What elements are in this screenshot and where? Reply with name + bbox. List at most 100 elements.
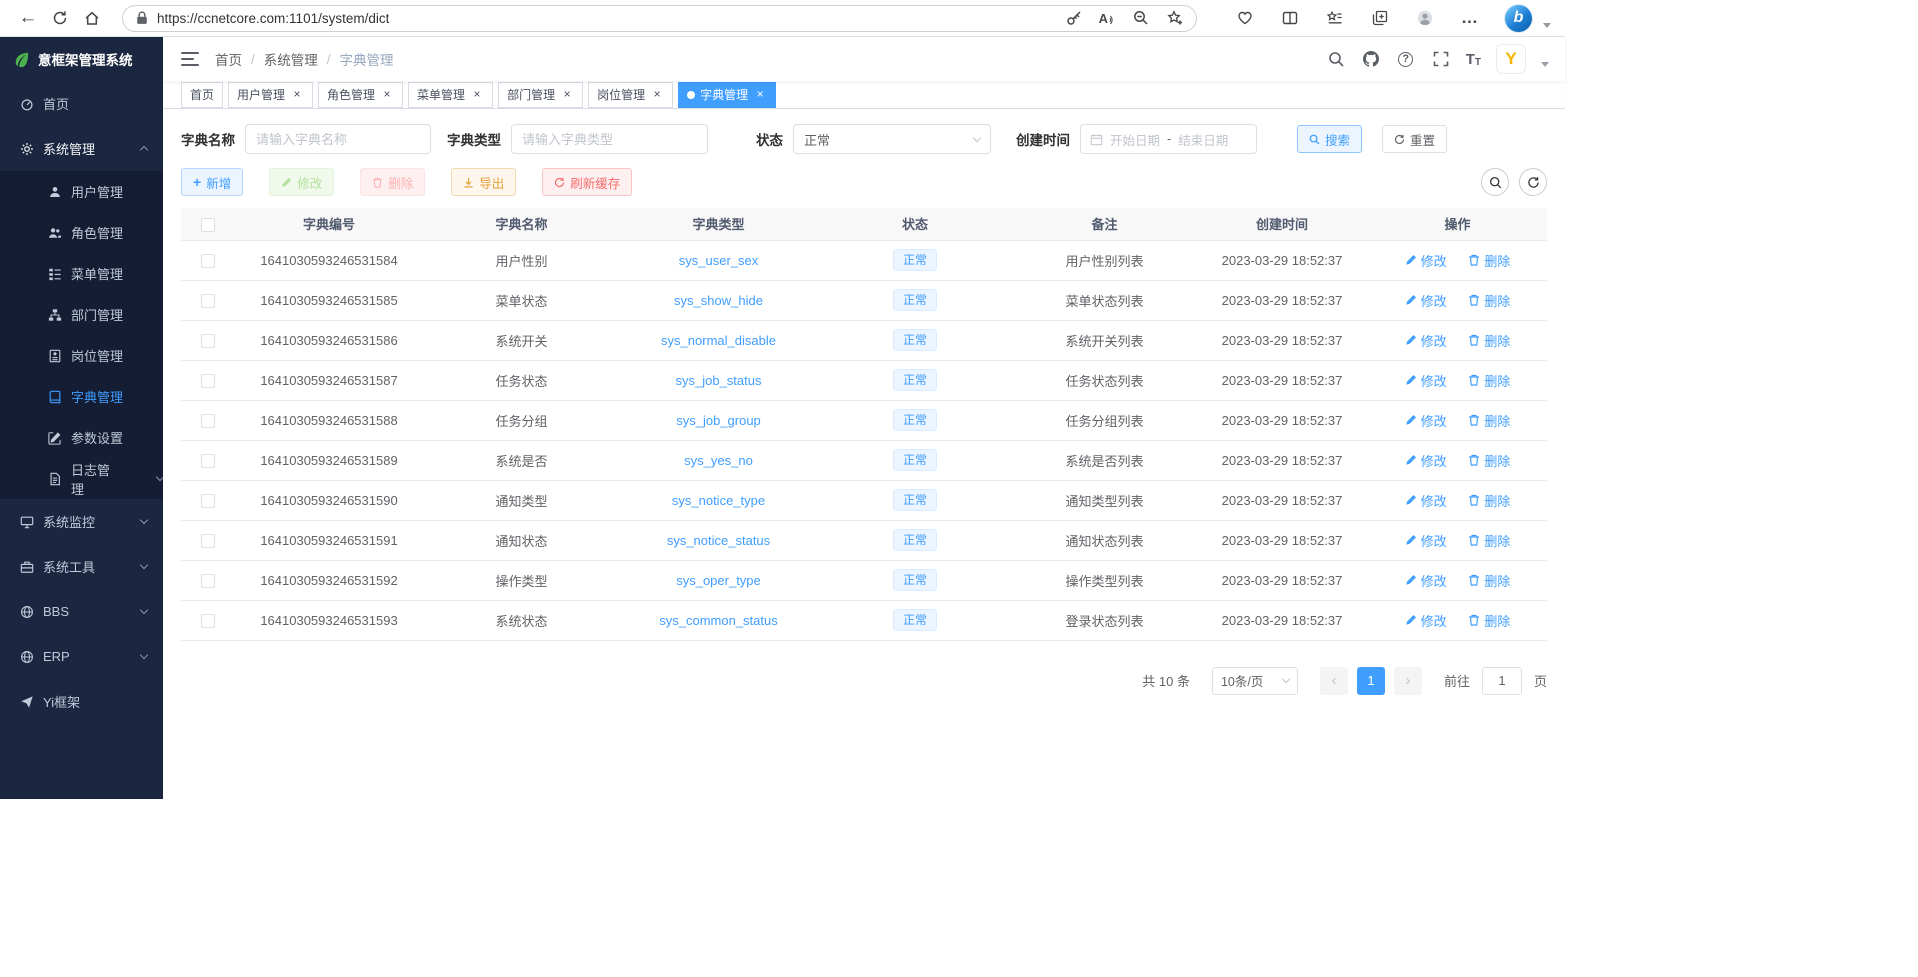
sidebar-item-menu-mgmt[interactable]: 菜单管理 [0,253,163,294]
row-edit-link[interactable]: 修改 [1405,251,1447,270]
tab-dict-mgmt[interactable]: 字典管理× [678,82,776,108]
row-edit-link[interactable]: 修改 [1405,571,1447,590]
sidebar-item-dict-mgmt[interactable]: 字典管理 [0,376,163,417]
favorite-star-icon[interactable] [1166,9,1184,27]
tab-dept-mgmt[interactable]: 部门管理× [498,82,583,108]
close-icon[interactable]: × [560,88,574,102]
dict-type-link[interactable]: sys_notice_type [672,493,765,508]
sidebar-item-system-monitor[interactable]: 系统监控 [0,499,163,544]
bing-chat-icon[interactable]: b [1505,5,1532,32]
search-button[interactable]: 搜索 [1297,125,1362,153]
more-menu-icon[interactable]: … [1460,8,1480,28]
favorites-bar-icon[interactable] [1325,8,1345,28]
row-checkbox[interactable] [201,614,215,628]
next-page-button[interactable]: › [1394,667,1422,695]
close-icon[interactable]: × [753,88,767,102]
select-all-checkbox[interactable] [201,218,215,232]
close-icon[interactable]: × [650,88,664,102]
row-edit-link[interactable]: 修改 [1405,411,1447,430]
row-checkbox[interactable] [201,414,215,428]
row-edit-link[interactable]: 修改 [1405,531,1447,550]
page-size-select[interactable]: 10条/页 [1212,667,1298,695]
row-edit-link[interactable]: 修改 [1405,371,1447,390]
sidebar-item-system-mgmt[interactable]: 系统管理 [0,126,163,171]
close-icon[interactable]: × [470,88,484,102]
address-bar[interactable]: https://ccnetcore.com:1101/system/dict A [122,5,1197,32]
read-aloud-icon[interactable]: A [1099,11,1116,26]
close-icon[interactable]: × [290,88,304,102]
row-checkbox[interactable] [201,374,215,388]
close-icon[interactable]: × [380,88,394,102]
sidebar-item-home[interactable]: 首页 [0,81,163,126]
add-button[interactable]: + 新增 [181,168,243,196]
date-range-picker[interactable]: 开始日期 - 结束日期 [1080,124,1257,154]
dict-type-link[interactable]: sys_show_hide [674,293,763,308]
header-search-icon[interactable] [1326,49,1346,69]
row-checkbox[interactable] [201,574,215,588]
refresh-cache-button[interactable]: 刷新缓存 [542,168,632,196]
row-edit-link[interactable]: 修改 [1405,491,1447,510]
row-checkbox[interactable] [201,494,215,508]
row-delete-link[interactable]: 删除 [1468,251,1510,270]
fullscreen-icon[interactable] [1431,49,1451,69]
dict-type-link[interactable]: sys_oper_type [676,573,761,588]
back-icon[interactable]: ← [18,8,38,28]
github-icon[interactable] [1361,49,1381,69]
row-edit-link[interactable]: 修改 [1405,451,1447,470]
row-checkbox[interactable] [201,254,215,268]
reset-button[interactable]: 重置 [1382,125,1447,153]
chevron-down-icon[interactable] [1543,23,1551,28]
dict-type-input[interactable] [511,124,708,154]
row-delete-link[interactable]: 删除 [1468,331,1510,350]
tab-user-mgmt[interactable]: 用户管理× [228,82,313,108]
refresh-table-button[interactable] [1519,168,1547,196]
prev-page-button[interactable]: ‹ [1320,667,1348,695]
row-delete-link[interactable]: 删除 [1468,411,1510,430]
row-delete-link[interactable]: 删除 [1468,491,1510,510]
row-delete-link[interactable]: 删除 [1468,451,1510,470]
tab-menu-mgmt[interactable]: 菜单管理× [408,82,493,108]
row-delete-link[interactable]: 删除 [1468,531,1510,550]
dict-type-link[interactable]: sys_normal_disable [661,333,776,348]
dict-type-link[interactable]: sys_job_group [676,413,761,428]
dict-type-link[interactable]: sys_user_sex [679,253,758,268]
sidebar-item-erp[interactable]: ERP [0,634,163,679]
dict-name-input[interactable] [245,124,431,154]
sidebar-item-dept-mgmt[interactable]: 部门管理 [0,294,163,335]
row-checkbox[interactable] [201,294,215,308]
row-checkbox[interactable] [201,334,215,348]
sidebar-toggle-icon[interactable] [181,52,199,66]
help-icon[interactable]: ? [1396,49,1416,69]
page-number-1[interactable]: 1 [1357,667,1385,695]
row-edit-link[interactable]: 修改 [1405,331,1447,350]
sidebar-item-log-mgmt[interactable]: 日志管理 [0,458,163,499]
sidebar-item-role-mgmt[interactable]: 角色管理 [0,212,163,253]
edit-button[interactable]: 修改 [269,168,334,196]
delete-button[interactable]: 删除 [360,168,425,196]
goto-page-input[interactable] [1482,667,1522,695]
user-avatar[interactable]: Y [1496,44,1526,74]
row-delete-link[interactable]: 删除 [1468,291,1510,310]
user-menu-caret-icon[interactable] [1541,62,1549,67]
home-icon[interactable] [82,8,102,28]
dict-type-link[interactable]: sys_job_status [676,373,762,388]
dict-type-link[interactable]: sys_notice_status [667,533,770,548]
reload-icon[interactable] [50,8,70,28]
dict-type-link[interactable]: sys_common_status [659,613,778,628]
row-checkbox[interactable] [201,534,215,548]
status-select[interactable]: 正常 [793,124,991,154]
sidebar-item-param-settings[interactable]: 参数设置 [0,417,163,458]
breadcrumb-system[interactable]: 系统管理 [264,49,318,69]
breadcrumb-home[interactable]: 首页 [215,49,242,69]
tab-role-mgmt[interactable]: 角色管理× [318,82,403,108]
row-edit-link[interactable]: 修改 [1405,611,1447,630]
row-checkbox[interactable] [201,454,215,468]
sidebar-item-post-mgmt[interactable]: 岗位管理 [0,335,163,376]
url-text[interactable]: https://ccnetcore.com:1101/system/dict [157,11,389,26]
password-key-icon[interactable] [1065,9,1083,27]
dict-type-link[interactable]: sys_yes_no [684,453,753,468]
tab-post-mgmt[interactable]: 岗位管理× [588,82,673,108]
row-delete-link[interactable]: 删除 [1468,611,1510,630]
sidebar-item-system-tools[interactable]: 系统工具 [0,544,163,589]
export-button[interactable]: 导出 [451,168,516,196]
